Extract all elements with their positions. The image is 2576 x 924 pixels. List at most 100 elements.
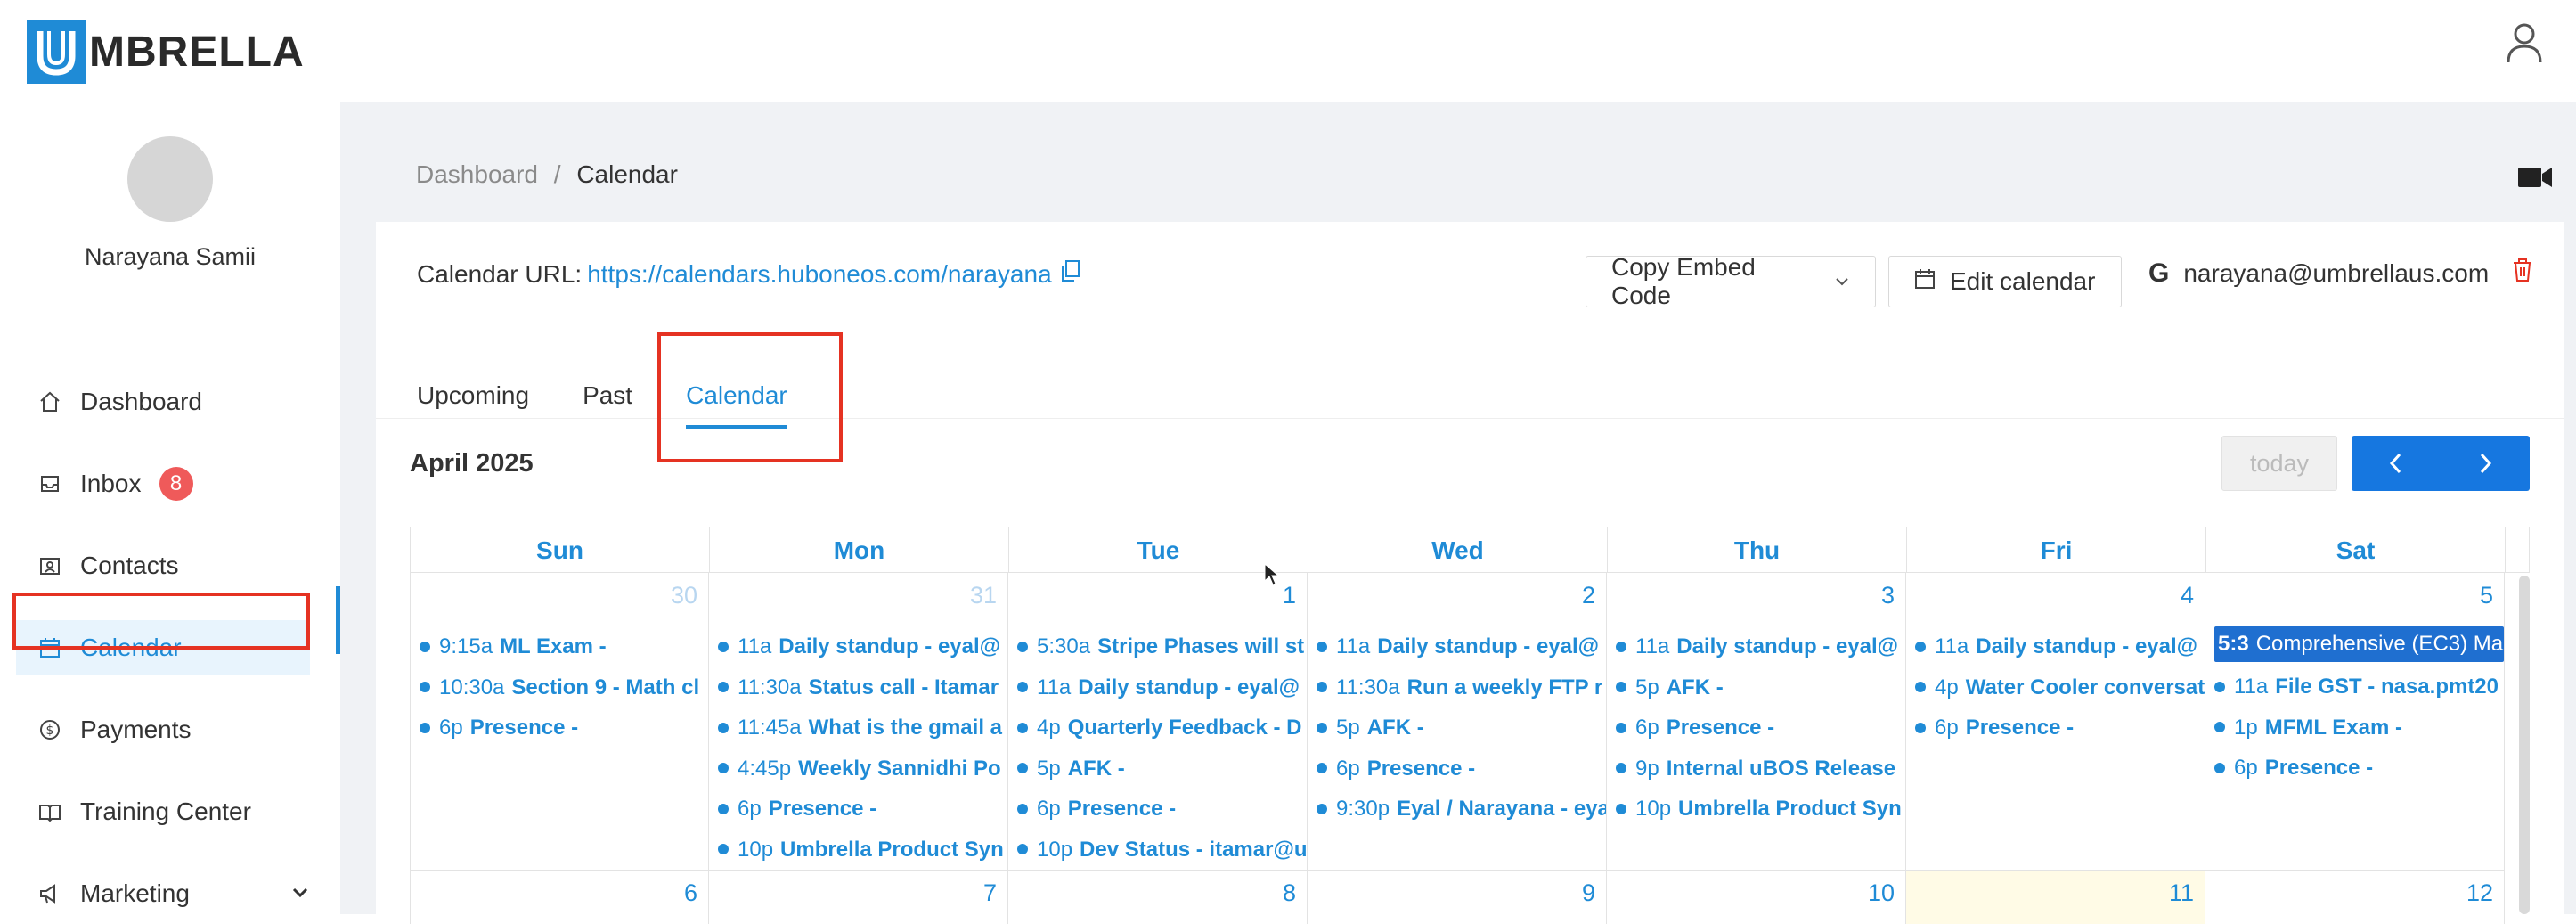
calendar-event[interactable]: 6p Presence - [420, 707, 708, 748]
sidebar: Narayana Samii Dashboard Inbox 8 Contact… [0, 102, 340, 914]
calendar-event[interactable]: 11:45a What is the gmail a [718, 707, 1007, 748]
calendar-event[interactable]: 10p Umbrella Product Syn [718, 830, 1007, 871]
calendar-event[interactable]: 11:30a Run a weekly FTP r [1317, 667, 1606, 708]
copy-icon[interactable] [1061, 259, 1080, 289]
calendar-event[interactable]: 4:45p Weekly Sannidhi Po [718, 748, 1007, 789]
calendar-event[interactable]: 6p Presence - [1317, 748, 1606, 789]
day-number[interactable]: 7 [983, 879, 997, 907]
calendar-event[interactable]: 1p MFML Exam - [2214, 707, 2504, 748]
day-cell[interactable]: 30 9:15a ML Exam - 10:30a Section 9 - Math c… [410, 573, 709, 871]
sidebar-item-dashboard[interactable]: Dashboard [16, 374, 310, 429]
event-dot-icon [1915, 722, 1926, 733]
event-title: Run a weekly FTP r [1406, 675, 1603, 699]
calendar-event[interactable]: 6p Presence - [1616, 707, 1905, 748]
event-dot-icon [1616, 641, 1626, 652]
event-dot-icon [718, 682, 729, 693]
day-number[interactable]: 9 [1582, 879, 1595, 907]
calendar-event[interactable]: 11a Daily standup - eyal@ [1317, 626, 1606, 667]
day-cell[interactable]: 3 11a Daily standup - eyal@ 5p AFK - 6p Presen… [1607, 573, 1906, 871]
day-number[interactable]: 2 [1582, 582, 1595, 609]
sidebar-item-inbox[interactable]: Inbox 8 [16, 456, 310, 511]
day-cell[interactable]: 9 [1308, 871, 1607, 924]
day-number[interactable]: 4 [2181, 582, 2194, 609]
next-month-button[interactable] [2441, 436, 2530, 491]
calendar-event[interactable]: 6p Presence - [1915, 707, 2205, 748]
user-profile-icon[interactable] [2505, 21, 2544, 64]
day-cell[interactable]: 7 [709, 871, 1008, 924]
breadcrumb-root[interactable]: Dashboard [416, 160, 538, 188]
day-of-week-label: Sun [411, 527, 710, 572]
calendar-event[interactable]: 9:30p Eyal / Narayana - eya [1317, 789, 1606, 830]
day-number[interactable]: 30 [671, 582, 697, 609]
calendar-event[interactable]: 11a Daily standup - eyal@ [718, 626, 1007, 667]
day-cell[interactable]: 4 11a Daily standup - eyal@ 4p Water Cooler … [1906, 573, 2205, 871]
calendar-url-link[interactable]: https://calendars.huboneos.com/narayana [587, 260, 1051, 289]
calendar-event[interactable]: 9:15a ML Exam - [420, 626, 708, 667]
video-camera-icon[interactable] [2517, 165, 2553, 194]
event-dot-icon [1017, 722, 1028, 733]
sidebar-item-payments[interactable]: $ Payments [16, 702, 310, 757]
calendar-event[interactable]: 10p Umbrella Product Syn [1616, 789, 1905, 830]
event-time: 6p [2234, 756, 2258, 780]
event-dot-icon [1017, 763, 1028, 774]
sidebar-item-contacts[interactable]: Contacts [16, 538, 310, 593]
tab-past[interactable]: Past [583, 369, 632, 431]
calendar-event[interactable]: 5:3 Comprehensive (EC3) Mak [2214, 626, 2504, 662]
tab-upcoming[interactable]: Upcoming [417, 369, 529, 431]
event-time: 4p [1935, 675, 1959, 699]
sidebar-item-training-center[interactable]: Training Center [16, 784, 310, 839]
copy-embed-code-button[interactable]: Copy Embed Code [1586, 253, 1876, 309]
calendar-event[interactable]: 4p Water Cooler conversat [1915, 667, 2205, 708]
day-number[interactable]: 8 [1283, 879, 1296, 907]
day-number[interactable]: 11 [2169, 879, 2194, 907]
day-cell[interactable]: 2 11a Daily standup - eyal@ 11:30a Run a wee… [1308, 573, 1607, 871]
day-cell[interactable]: 5 5:3 Comprehensive (EC3) Mak 11a File GST -… [2205, 573, 2505, 871]
month-grid: Sun Mon Tue Wed Thu Fri Sat 30 9:15a ML Exam - 10… [410, 527, 2530, 924]
edit-calendar-button[interactable]: Edit calendar [1888, 256, 2122, 307]
calendar-event[interactable]: 5p AFK - [1017, 748, 1307, 789]
day-number[interactable]: 1 [1283, 582, 1296, 609]
day-cell[interactable]: 8 [1008, 871, 1308, 924]
logo[interactable]: MBRELLA [27, 20, 305, 84]
calendar-event[interactable]: 11a Daily standup - eyal@ [1017, 667, 1307, 708]
day-cell[interactable]: 12 [2205, 871, 2505, 924]
event-time: 6p [1935, 715, 1959, 740]
avatar[interactable] [127, 136, 213, 222]
calendar-event[interactable]: 5p AFK - [1616, 667, 1905, 708]
today-button[interactable]: today [2221, 436, 2337, 491]
day-number[interactable]: 6 [684, 879, 697, 907]
calendar-event[interactable]: 6p Presence - [1017, 789, 1307, 830]
calendar-event[interactable]: 10:30a Section 9 - Math cl [420, 667, 708, 708]
chevron-down-icon[interactable] [290, 879, 310, 908]
calendar-scrollbar[interactable] [2519, 576, 2530, 914]
calendar-event[interactable]: 5p AFK - [1317, 707, 1606, 748]
calendar-event[interactable]: 9p Internal uBOS Release [1616, 748, 1905, 789]
day-number[interactable]: 3 [1881, 582, 1895, 609]
calendar-event[interactable]: 6p Presence - [2214, 748, 2504, 789]
day-cell[interactable]: 11 [1906, 871, 2205, 924]
calendar-event[interactable]: 11a Daily standup - eyal@ [1915, 626, 2205, 667]
calendar-event[interactable]: 10p Dev Status - itamar@u [1017, 830, 1307, 871]
calendar-event[interactable]: 11a Daily standup - eyal@ [1616, 626, 1905, 667]
day-number[interactable]: 31 [970, 582, 997, 609]
event-title: Daily standup - eyal@ [779, 634, 1001, 658]
calendar-event[interactable]: 6p Presence - [718, 789, 1007, 830]
day-number[interactable]: 12 [2466, 879, 2493, 907]
day-cell[interactable]: 6 [410, 871, 709, 924]
calendar-event[interactable]: 11a File GST - nasa.pmt20 [2214, 666, 2504, 707]
day-cell[interactable]: 10 [1607, 871, 1906, 924]
prev-month-button[interactable] [2352, 436, 2441, 491]
sidebar-item-marketing[interactable]: Marketing [16, 866, 310, 921]
day-number[interactable]: 5 [2480, 582, 2493, 609]
event-dot-icon [718, 641, 729, 652]
event-time: 11a [1037, 675, 1072, 699]
day-cell[interactable]: 31 11a Daily standup - eyal@ 11:30a Status c… [709, 573, 1008, 871]
calendar-event[interactable]: 11:30a Status call - Itamar [718, 667, 1007, 708]
calendar-event[interactable]: 5:30a Stripe Phases will st [1017, 626, 1307, 667]
day-cell[interactable]: 1 5:30a Stripe Phases will st 11a Daily stan… [1008, 573, 1308, 871]
inbox-count-badge: 8 [159, 467, 193, 501]
trash-icon[interactable] [2512, 258, 2533, 289]
calendar-event[interactable]: 4p Quarterly Feedback - D [1017, 707, 1307, 748]
day-of-week-label: Fri [1907, 527, 2206, 572]
day-number[interactable]: 10 [1868, 879, 1895, 907]
